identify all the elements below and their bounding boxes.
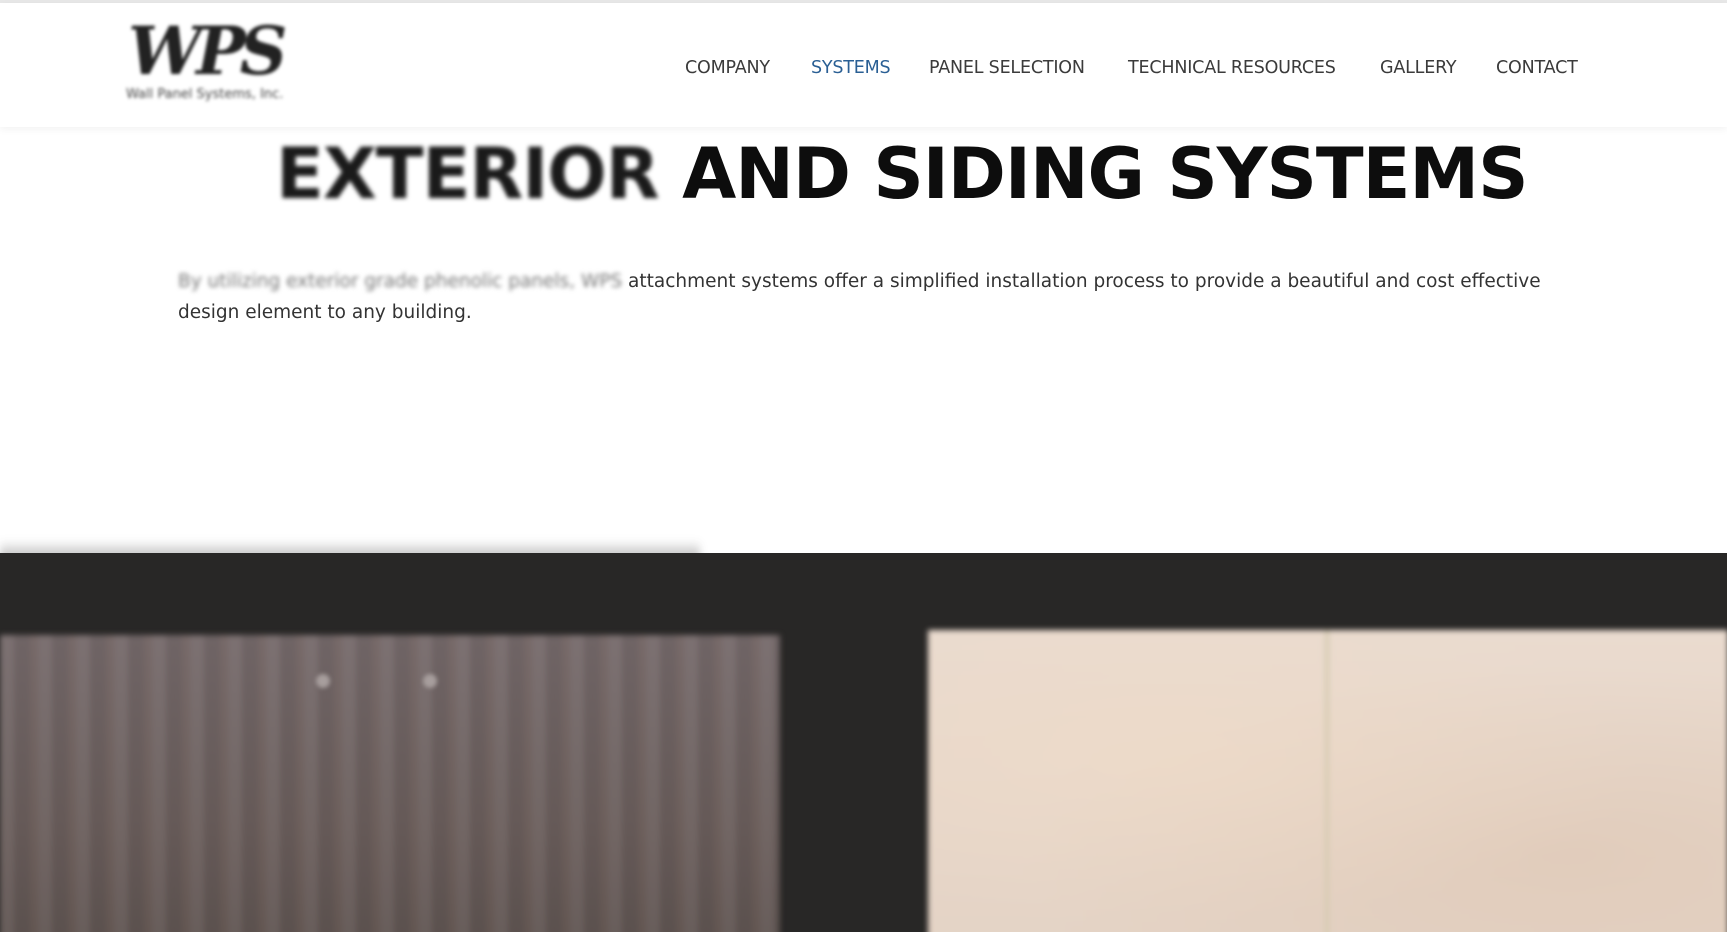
logo-subtext: Wall Panel Systems, Inc.	[126, 87, 284, 102]
site-header: WPS Wall Panel Systems, Inc. COMPANY SYS…	[0, 3, 1727, 127]
nav-item-panel-selection[interactable]: PANEL SELECTION	[929, 56, 1085, 80]
panel-rivet	[423, 674, 437, 688]
panel-rivet	[316, 674, 330, 688]
description-part-1: By utilizing exterior grade phenolic pan…	[178, 271, 623, 292]
page-description: By utilizing exterior grade phenolic pan…	[178, 266, 1558, 328]
main-nav: COMPANY SYSTEMS PANEL SELECTION TECHNICA…	[0, 56, 1727, 80]
dark-wood-panel-image	[0, 635, 780, 932]
panel-image-band	[0, 553, 1727, 932]
panel-seam	[1325, 630, 1329, 932]
title-part-1: EXTERIOR	[276, 133, 660, 215]
nav-item-systems[interactable]: SYSTEMS	[811, 56, 891, 80]
title-part-2: AND SIDING SYSTEMS	[682, 133, 1528, 215]
nav-item-company[interactable]: COMPANY	[685, 56, 770, 80]
page-title: EXTERIOR AND SIDING SYSTEMS	[276, 128, 1529, 220]
light-stone-panel-image	[928, 630, 1727, 932]
nav-item-gallery[interactable]: GALLERY	[1380, 56, 1457, 80]
nav-item-contact[interactable]: CONTACT	[1496, 56, 1578, 80]
nav-item-technical-resources[interactable]: TECHNICAL RESOURCES	[1128, 56, 1336, 80]
